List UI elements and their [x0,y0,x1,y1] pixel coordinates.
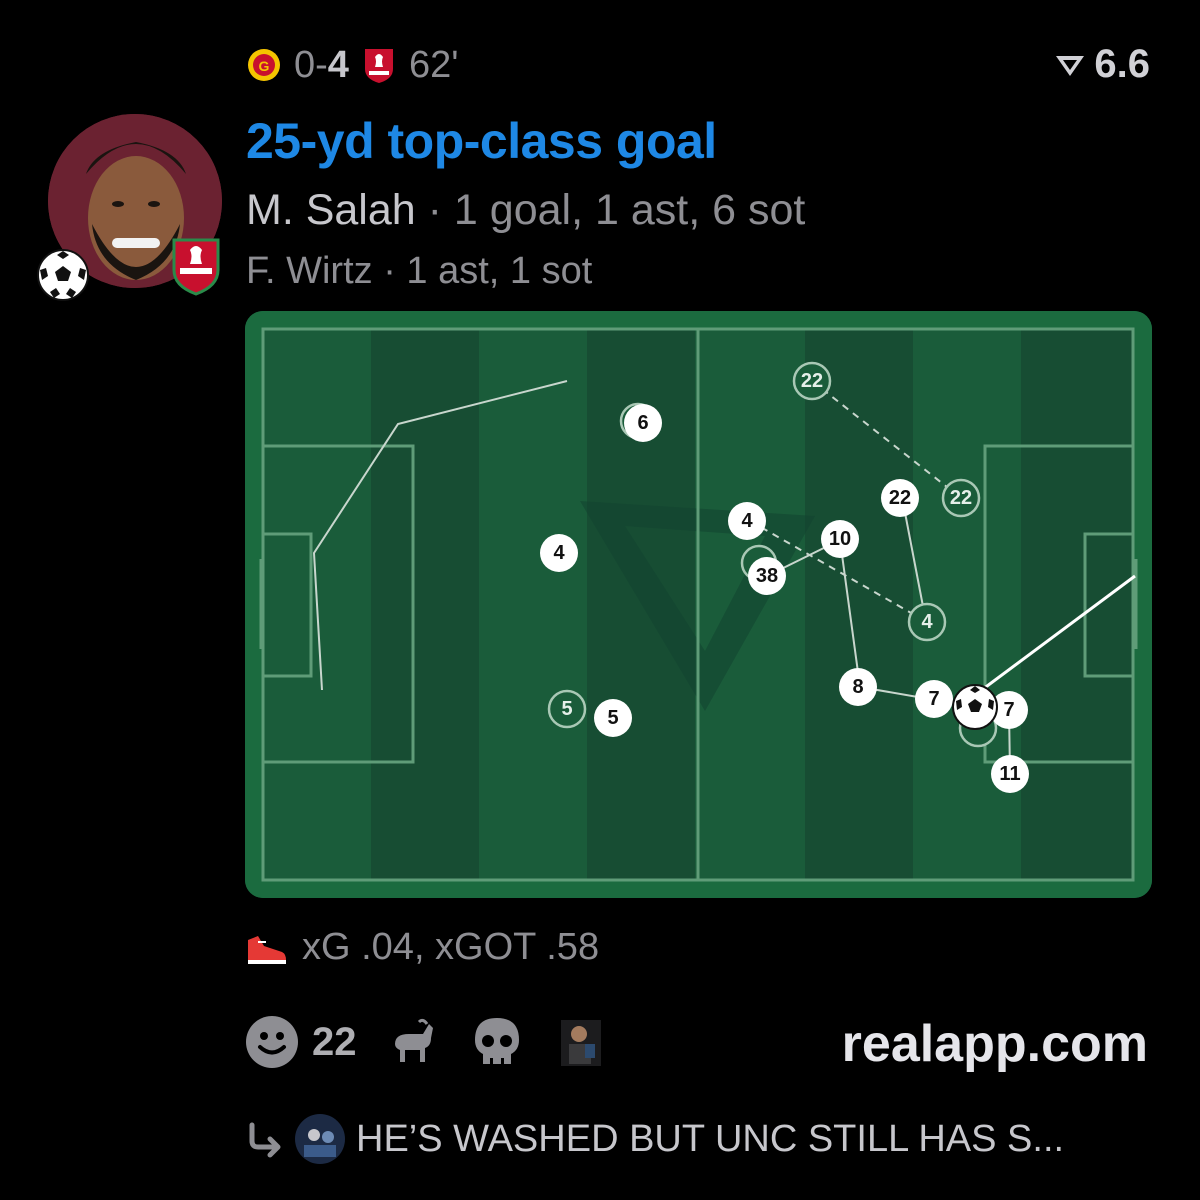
label-7-b: 7 [1003,699,1014,721]
scorer-name[interactable]: M. Salah [246,186,416,234]
assist-line[interactable]: F. Wirtz · 1 ast, 1 sot [246,250,592,293]
svg-text:G: G [259,58,270,74]
match-minute: 62' [408,43,459,86]
site-link[interactable]: realapp.com [842,1014,1148,1074]
liverpool-badge-icon [172,238,220,296]
pitch-diagram: 22 22 4 5 6 22 4 10 38 4 5 8 7 7 11 [245,311,1152,898]
reply-user-avatar [295,1114,345,1164]
player-rating: 6.6 [1054,42,1150,87]
label-11: 11 [999,763,1020,785]
galatasaray-crest-icon: G [248,49,280,81]
label-38: 38 [756,565,778,587]
smile-count: 22 [312,1019,357,1064]
label-22-ghost-a: 22 [801,370,823,392]
reaction-bar: 22 [244,1010,609,1074]
label-4-ghost: 4 [921,611,933,633]
reply-text: HE’S WASHED BUT UNC STILL HAS S... [356,1117,1065,1160]
event-title[interactable]: 25-yd top-class goal [246,112,717,170]
skull-icon[interactable] [469,1014,525,1070]
smile-icon[interactable] [244,1014,300,1070]
label-22: 22 [889,487,911,509]
pass-map: 22 22 4 5 6 22 4 10 38 4 5 8 7 7 11 [245,311,1152,898]
label-5: 5 [607,707,618,729]
label-7-a: 7 [928,688,939,710]
match-score-row[interactable]: G 0-4 62' [246,40,458,90]
label-10: 10 [829,528,851,550]
scorer-stats: · 1 goal, 1 ast, 6 sot [427,186,806,234]
shot-stats-row: xG .04, xGOT .58 [244,926,599,969]
label-6: 6 [637,412,648,434]
score-separator: - [315,43,328,86]
away-score: 4 [327,43,349,86]
goat-icon[interactable] [385,1014,441,1070]
real-logo-icon [1056,55,1085,76]
label-4-left: 4 [553,542,565,564]
reply-arrow-icon [249,1122,281,1158]
label-5-ghost: 5 [561,698,572,720]
home-score: 0 [294,43,316,86]
label-22-ghost-b: 22 [950,487,972,509]
label-8: 8 [852,676,863,698]
rating-value: 6.6 [1094,42,1150,86]
reply-row[interactable]: HE’S WASHED BUT UNC STILL HAS S... [244,1112,1064,1166]
liverpool-crest-icon [364,49,393,83]
xg-text: xG .04, xGOT .58 [302,926,600,968]
soccer-ball-icon [37,249,89,301]
label-4-top: 4 [741,510,753,532]
user-avatar[interactable] [553,1014,609,1070]
scorer-line[interactable]: M. Salah · 1 goal, 1 ast, 6 sot [246,186,805,235]
shot-ball-icon [952,684,998,730]
shoe-icon [248,935,286,964]
